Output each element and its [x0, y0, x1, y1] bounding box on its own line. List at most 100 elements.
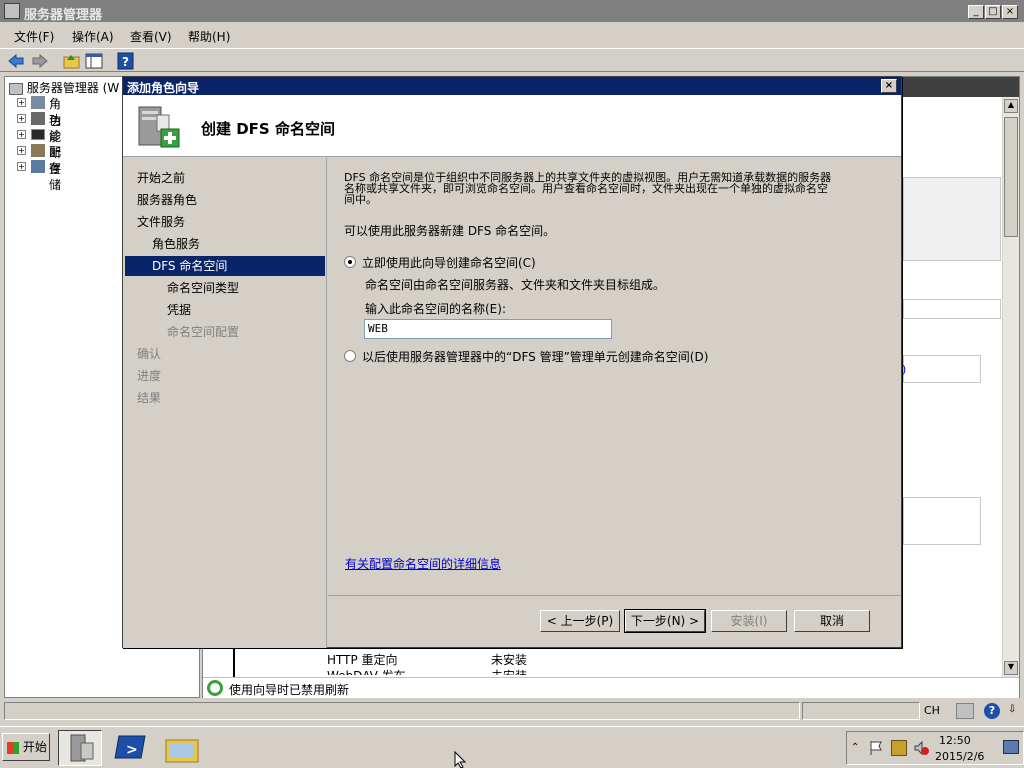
network-icon[interactable] — [891, 740, 907, 756]
window-title: 服务器管理器 — [24, 8, 103, 23]
menu-help[interactable]: 帮助(H) — [188, 28, 230, 45]
expand-configuration-icon[interactable]: + — [17, 146, 26, 155]
refresh-status-text: 使用向导时已禁用刷新 — [229, 683, 350, 697]
nav-progress: 进度 — [137, 369, 162, 383]
start-label: 开始 — [22, 740, 47, 754]
clock-date[interactable]: 2015/2/6 — [935, 750, 984, 763]
close-button[interactable]: × — [1002, 5, 1018, 19]
table-row-name: HTTP 重定向 — [327, 653, 398, 667]
namespace-name-label: 输入此命名空间的名称(E): — [365, 302, 506, 316]
nav-confirmation: 确认 — [137, 347, 162, 361]
nav-credentials[interactable]: 凭据 — [167, 300, 191, 320]
scroll-thumb[interactable] — [1004, 117, 1018, 237]
roles-icon — [31, 96, 45, 109]
status-refresh-bar: 使用向导时已禁用刷新 — [203, 677, 1019, 698]
background-panel-box — [903, 355, 981, 383]
action-center-flag-icon[interactable] — [869, 740, 883, 756]
menu-action[interactable]: 操作(A) — [72, 28, 114, 45]
radio-create-later-label[interactable]: 以后使用服务器管理器中的“DFS 管理”管理单元创建命名空间(D) — [362, 348, 708, 365]
add-role-server-icon — [137, 101, 183, 151]
namespace-name-input[interactable]: WEB — [364, 319, 612, 339]
nav-namespace-type[interactable]: 命名空间类型 — [167, 278, 239, 298]
wizard-step-nav: 开始之前 服务器角色 文件服务 角色服务 DFS 命名空间 命名空间类型 凭据 … — [123, 158, 327, 648]
scroll-up-icon[interactable]: ▲ — [1004, 99, 1018, 113]
show-hide-tree-icon[interactable] — [84, 52, 104, 70]
svg-text:>: > — [126, 742, 138, 758]
wizard-page-heading: 创建 DFS 命名空间 — [201, 120, 335, 138]
next-button[interactable]: 下一步(N) > — [624, 609, 706, 633]
tree-item-storage[interactable]: 存储 — [49, 159, 61, 193]
nav-dfs-namespaces[interactable]: DFS 命名空间 — [125, 256, 325, 276]
wizard-title: 添加角色向导 — [127, 81, 200, 95]
configuration-icon — [31, 144, 45, 157]
expand-diagnostics-icon[interactable]: + — [17, 130, 26, 139]
storage-icon — [31, 160, 45, 173]
vertical-scrollbar[interactable]: ▲ ▼ — [1002, 97, 1019, 677]
status-bar: CH ? ⇩ — [0, 702, 1024, 722]
show-hidden-icons-icon[interactable]: ⌃ — [851, 742, 859, 753]
menu-file[interactable]: 文件(F) — [14, 28, 54, 45]
nav-role-services[interactable]: 角色服务 — [152, 234, 200, 254]
dfs-description: DFS 命名空间是位于组织中不同服务器上的共享文件夹的虚拟视图。用户无需知道承载… — [344, 172, 894, 205]
radio-create-now-description: 命名空间由命名空间服务器、文件夹和文件夹目标组成。 — [365, 278, 666, 292]
help-circle-icon[interactable]: ? — [984, 703, 1000, 719]
taskbar-explorer-icon[interactable] — [160, 730, 204, 766]
expand-roles-icon[interactable]: + — [17, 98, 26, 107]
radio-create-now[interactable] — [344, 256, 356, 268]
windows-logo-icon — [7, 741, 19, 754]
scroll-down-icon[interactable]: ▼ — [1004, 661, 1018, 675]
wizard-content: DFS 命名空间是位于组织中不同服务器上的共享文件夹的虚拟视图。用户无需知道承载… — [328, 158, 901, 594]
taskbar: 开始 > ⌃ 12:50 2015/2/6 — [0, 726, 1024, 768]
install-button: 安装(I) — [711, 610, 787, 632]
back-arrow-icon[interactable] — [6, 52, 26, 70]
server-manager-icon — [4, 3, 20, 19]
nav-server-roles[interactable]: 服务器角色 — [137, 190, 197, 210]
more-info-link[interactable]: 有关配置命名空间的详细信息 — [345, 555, 501, 572]
maximize-button[interactable]: □ — [985, 5, 1001, 19]
up-folder-icon[interactable] — [62, 52, 82, 70]
add-roles-wizard-dialog: 添加角色向导 × 创建 DFS 命名空间 开始之前 服务器角色 文件服务 角色服… — [122, 76, 902, 648]
background-panel-box-2 — [903, 497, 981, 545]
wizard-button-bar: < 上一步(P) 下一步(N) > 安装(I) 取消 — [328, 595, 901, 648]
volume-muted-icon[interactable] — [913, 740, 929, 756]
nav-before-you-begin[interactable]: 开始之前 — [137, 168, 185, 188]
wizard-title-bar: 添加角色向导 × — [123, 77, 901, 95]
tree-root[interactable]: 服务器管理器 (W — [9, 79, 119, 95]
nav-results: 结果 — [137, 391, 162, 405]
cancel-button[interactable]: 取消 — [794, 610, 870, 632]
status-cell-main — [4, 702, 800, 720]
forward-arrow-icon[interactable] — [30, 52, 50, 70]
menu-view[interactable]: 查看(V) — [130, 28, 172, 45]
nav-file-services[interactable]: 文件服务 — [137, 212, 185, 232]
features-icon — [31, 112, 45, 125]
clock-time[interactable]: 12:50 — [939, 734, 971, 747]
minimize-button[interactable]: _ — [968, 5, 984, 19]
taskbar-powershell-icon[interactable]: > — [110, 730, 154, 766]
back-button[interactable]: < 上一步(P) — [540, 610, 620, 632]
mouse-cursor-icon — [454, 750, 467, 768]
table-row-status: 未安装 — [491, 667, 527, 675]
show-desktop-icon[interactable] — [1003, 740, 1019, 754]
background-panel-header — [903, 299, 1001, 319]
refresh-icon — [207, 680, 223, 696]
table-row-status: 未安装 — [491, 653, 528, 667]
taskbar-server-manager-icon[interactable] — [58, 730, 102, 766]
expand-storage-icon[interactable]: + — [17, 162, 26, 171]
toolbar: ? — [0, 48, 1024, 72]
wizard-close-button[interactable]: × — [881, 79, 897, 93]
table-row-name: WebDAV 发布 — [327, 667, 406, 675]
description-line-3: 间中。 — [344, 193, 377, 206]
language-indicator[interactable]: CH — [924, 704, 940, 717]
radio-create-later[interactable] — [344, 350, 356, 362]
help-icon[interactable]: ? — [116, 52, 136, 70]
expand-features-icon[interactable]: + — [17, 114, 26, 123]
system-tray: ⌃ 12:50 2015/2/6 — [846, 731, 1024, 765]
status-cell-secondary — [802, 702, 920, 720]
menu-bar: 文件(F) 操作(A) 查看(V) 帮助(H) — [0, 24, 1024, 46]
keyboard-icon[interactable] — [956, 703, 974, 719]
description-line-2: 名称或共享文件夹，即可浏览命名空间。用户查看命名空间时，文件夹出现在一个单独的虚… — [344, 182, 828, 195]
chevron-down-icon[interactable]: ⇩ — [1008, 704, 1016, 715]
radio-create-now-label[interactable]: 立即使用此向导创建命名空间(C) — [362, 254, 536, 271]
tree-connector-line — [233, 647, 235, 677]
start-button[interactable]: 开始 — [2, 733, 50, 761]
